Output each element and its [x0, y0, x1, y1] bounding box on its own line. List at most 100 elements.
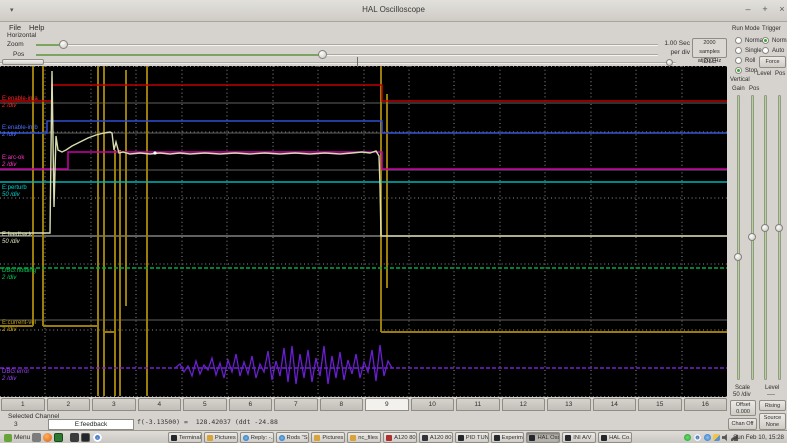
taskbar-window-a120-1[interactable]: A120 80... — [383, 432, 417, 443]
trigger-radio-auto[interactable] — [762, 47, 769, 54]
channel-tab-8[interactable]: 8 — [319, 398, 363, 411]
channel-tab-10[interactable]: 10 — [410, 398, 454, 411]
channel-tab-14[interactable]: 14 — [592, 398, 636, 411]
channel-tab-12[interactable]: 12 — [501, 398, 545, 411]
minimize-button[interactable]: – — [742, 4, 754, 14]
taskbar-window-experim[interactable]: Experim... — [490, 432, 525, 443]
run-mode-radio-stop[interactable] — [735, 67, 742, 74]
close-button[interactable]: × — [776, 4, 787, 14]
level-label: Level — [765, 385, 780, 391]
trigger-source-button[interactable]: Source None — [759, 413, 786, 430]
channel-tab-7[interactable]: 7 — [274, 398, 318, 411]
window-title: HAL Oscilloscope — [362, 5, 425, 14]
maximize-button[interactable]: + — [759, 4, 771, 14]
channel-label-holding: DBG:holding 2 /div — [2, 268, 37, 281]
channel-label-current-vel: E:current-vel 2 /div — [2, 320, 37, 333]
gain-slider-thumb[interactable] — [734, 253, 742, 261]
pencil-launcher-icon[interactable] — [32, 433, 41, 442]
pos-label: Pos — [13, 51, 25, 58]
run-mode-radio-roll[interactable] — [735, 57, 742, 64]
channel-tab-6[interactable]: 6 — [228, 398, 272, 411]
channel-tab-11[interactable]: 11 — [456, 398, 500, 411]
channel-tab-15[interactable]: 15 — [638, 398, 682, 411]
selected-channel-input[interactable]: E:feedback — [48, 419, 134, 430]
taskbar-window-nc-files[interactable]: nc_files — [347, 432, 382, 443]
volume-tray-icon[interactable] — [722, 434, 727, 441]
channel-tab-9[interactable]: 9 — [365, 398, 409, 411]
cloud-sync-tray-icon[interactable] — [713, 434, 720, 441]
browser-icon — [278, 434, 285, 441]
trigger-option-normal[interactable]: Normal — [772, 38, 787, 44]
scope-display[interactable]: E:enable-in-a 2 /div E:enable-in-b 2 /div … — [0, 66, 727, 397]
run-mode-label: Run Mode — [732, 26, 760, 32]
channel-tab-5[interactable]: 5 — [183, 398, 227, 411]
sweep-scrollbar-thumb[interactable] — [2, 59, 44, 65]
trigger-radio-normal[interactable] — [762, 37, 769, 44]
zoom-slider-thumb[interactable] — [59, 40, 68, 49]
vertical-pos-slider-thumb[interactable] — [748, 233, 756, 241]
chrome-tray-icon[interactable] — [694, 434, 701, 441]
trigger-edge-button[interactable]: Rising — [759, 400, 786, 411]
offset-button[interactable]: Offset 0.000 — [730, 400, 756, 416]
zoom-slider-track[interactable] — [36, 44, 658, 46]
trigger-pos-label: Pos — [775, 71, 786, 77]
terminal-icon — [171, 434, 177, 441]
taskbar-window-hal-co[interactable]: HAL Co... — [598, 432, 632, 443]
channel-tab-2[interactable]: 2 — [46, 398, 90, 411]
scope-traces — [0, 66, 727, 397]
samples-rate-button[interactable]: 2000 samples at 200 Hz — [692, 38, 727, 64]
run-mode-option-single[interactable]: Single — [745, 48, 762, 54]
folder-icon — [314, 434, 321, 441]
channel-label-enable-in-a: E:enable-in-a 2 /div — [2, 96, 38, 109]
bluetooth-tray-icon[interactable] — [704, 434, 711, 441]
taskbar-window-a120-2[interactable]: A120 80... — [418, 432, 453, 443]
start-menu-button[interactable]: Menu — [1, 432, 33, 443]
taskbar-window-reply[interactable]: Reply: -... — [239, 432, 274, 443]
trigger-level-slider-thumb[interactable] — [761, 224, 769, 232]
run-mode-option-roll[interactable]: Roll — [745, 58, 755, 64]
gain-slider-track[interactable] — [737, 95, 740, 380]
display-launcher-icon[interactable] — [54, 433, 63, 442]
per-div-value: 1.00 Sec — [664, 40, 690, 47]
taskbar-window-ini-av[interactable]: INI A/V — [562, 432, 597, 443]
taskbar-window-pid-tune[interactable]: PID TUNE — [454, 432, 489, 443]
app-icon — [421, 434, 428, 441]
taskbar-window-rods[interactable]: Rods "S... — [275, 432, 310, 443]
trigger-pos-slider-thumb[interactable] — [775, 224, 783, 232]
terminal-icon — [493, 434, 500, 441]
files-launcher-icon[interactable] — [70, 433, 79, 442]
title-bar[interactable]: ▾ HAL Oscilloscope – + × — [0, 0, 787, 22]
run-mode-radio-single[interactable] — [735, 47, 742, 54]
cursor-marker-dot — [153, 151, 157, 155]
channel-tab-3[interactable]: 3 — [92, 398, 136, 411]
trigger-position-marker — [357, 57, 358, 66]
channel-tab-4[interactable]: 4 — [137, 398, 181, 411]
channel-baselines — [0, 102, 727, 321]
app-icon — [386, 434, 393, 441]
taskbar-window-pictures-2[interactable]: Pictures — [311, 432, 346, 443]
chrome-launcher-icon[interactable] — [93, 433, 102, 442]
taskbar-window-hal-osc[interactable]: HAL Osc... — [526, 432, 561, 443]
force-trigger-button[interactable]: Force — [759, 56, 786, 68]
pos-slider-thumb[interactable] — [318, 50, 327, 59]
zoom-label: Zoom — [7, 41, 24, 48]
channel-tab-1[interactable]: 1 — [1, 398, 45, 411]
taskbar-window-terminal[interactable]: Terminal — [168, 432, 202, 443]
run-mode-radio-normal[interactable] — [735, 37, 742, 44]
terminal-icon — [457, 434, 464, 441]
taskbar-clock[interactable]: Sun Feb 10, 15:28 — [733, 434, 784, 441]
channel-tab-13[interactable]: 13 — [547, 398, 591, 411]
taskbar-window-pictures[interactable]: Pictures — [203, 432, 238, 443]
run-mode-option-stop[interactable]: Stop — [745, 68, 757, 74]
vertical-label: Vertical — [730, 77, 750, 83]
channel-tab-16[interactable]: 16 — [683, 398, 727, 411]
sweep-scrollbar-knob[interactable] — [666, 59, 673, 66]
chan-off-button[interactable]: Chan Off — [728, 418, 757, 430]
trigger-level-slider-track[interactable] — [764, 95, 767, 380]
syncthing-tray-icon[interactable] — [684, 434, 691, 441]
screenshot-launcher-icon[interactable] — [81, 433, 90, 442]
firefox-launcher-icon[interactable] — [43, 433, 52, 442]
trigger-option-auto[interactable]: Auto — [772, 48, 784, 54]
sweep-scrollbar[interactable] — [0, 62, 676, 64]
trigger-pos-slider-track[interactable] — [778, 95, 781, 380]
